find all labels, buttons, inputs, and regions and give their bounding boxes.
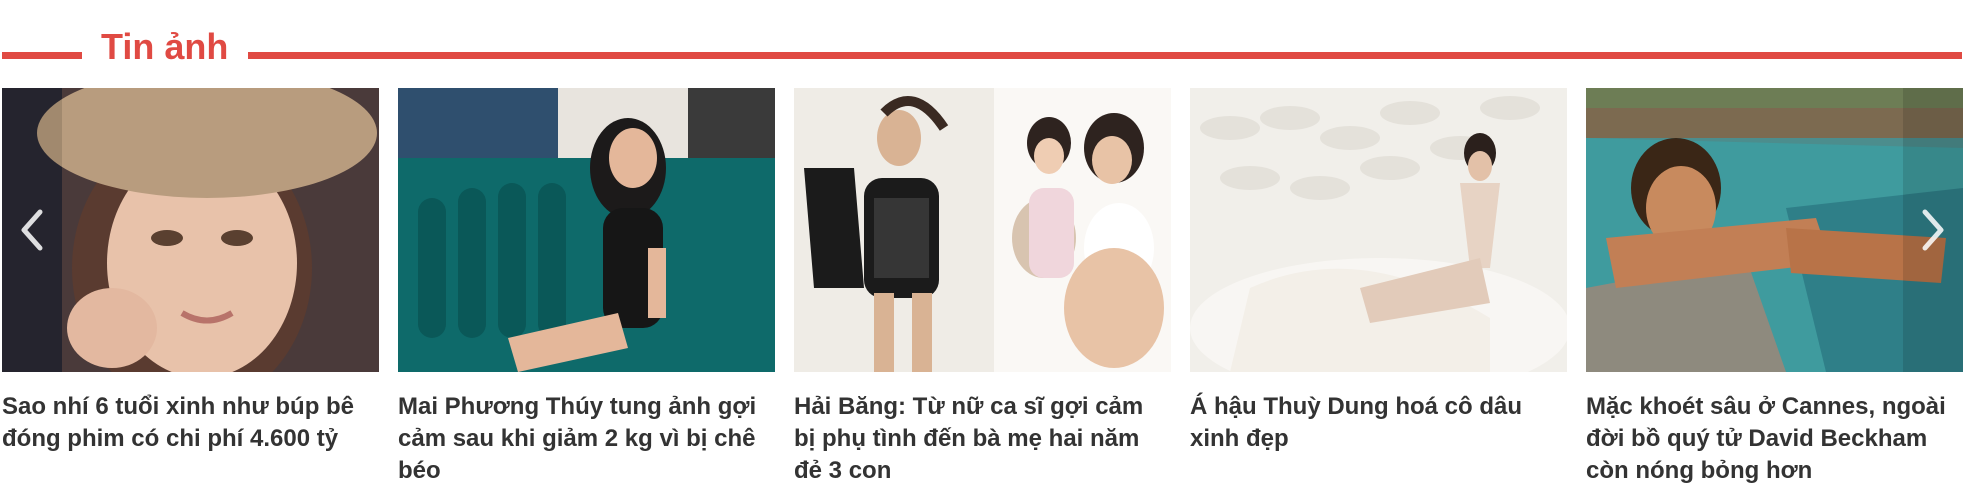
woman-on-sofa-image bbox=[398, 88, 775, 372]
carousel-next-button[interactable] bbox=[1903, 88, 1963, 372]
photo-caption[interactable]: Mai Phương Thúy tung ảnh gợi cảm sau khi… bbox=[398, 391, 770, 487]
bride-gown-image bbox=[1190, 88, 1567, 372]
section-title[interactable]: Tin ảnh bbox=[101, 22, 228, 72]
chevron-right-icon bbox=[1922, 209, 1944, 251]
photo-card[interactable]: Hải Băng: Từ nữ ca sĩ gợi cảm bị phụ tìn… bbox=[794, 88, 1171, 492]
photo-thumbnail[interactable] bbox=[794, 88, 1171, 372]
photo-card[interactable]: Á hậu Thuỳ Dung hoá cô dâu xinh đẹp bbox=[1190, 88, 1567, 492]
photo-thumbnail[interactable] bbox=[398, 88, 775, 372]
photo-caption[interactable]: Sao nhí 6 tuổi xinh như búp bê đóng phim… bbox=[2, 391, 374, 455]
section-header: Tin ảnh bbox=[0, 0, 1966, 80]
photo-card[interactable]: Mai Phương Thúy tung ảnh gợi cảm sau khi… bbox=[398, 88, 775, 492]
photo-caption[interactable]: Á hậu Thuỳ Dung hoá cô dâu xinh đẹp bbox=[1190, 391, 1562, 455]
photo-carousel: Sao nhí 6 tuổi xinh như búp bê đóng phim… bbox=[0, 88, 1966, 492]
photo-thumbnail[interactable] bbox=[1190, 88, 1567, 372]
header-rule-left bbox=[2, 52, 82, 59]
chevron-left-icon bbox=[21, 209, 43, 251]
header-rule-right bbox=[248, 52, 1962, 59]
photo-news-section: Tin ảnh Sao nhí 6 tuổi xinh như búp bê đ bbox=[0, 0, 1966, 492]
photo-caption[interactable]: Mặc khoét sâu ở Cannes, ngoài đời bồ quý… bbox=[1586, 391, 1958, 487]
carousel-prev-button[interactable] bbox=[2, 88, 62, 372]
photo-caption[interactable]: Hải Băng: Từ nữ ca sĩ gợi cảm bị phụ tìn… bbox=[794, 391, 1166, 487]
singer-family-collage-image bbox=[794, 88, 1171, 372]
